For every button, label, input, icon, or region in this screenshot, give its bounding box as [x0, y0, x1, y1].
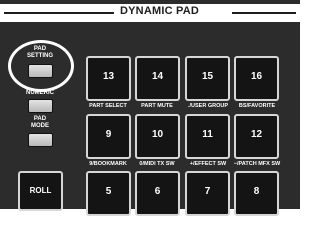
pad-number: 15 [201, 71, 214, 82]
numeric-label: NUMERIC [26, 90, 54, 96]
pad-label: BS/FAVORITE [238, 103, 276, 109]
pad-7[interactable]: 7 [185, 171, 230, 216]
pad-number: 5 [105, 186, 112, 197]
pad-10[interactable]: 10 [135, 114, 180, 159]
pad-number: 16 [250, 71, 263, 82]
pad-number: 7 [204, 186, 211, 197]
title-rule-right [232, 12, 296, 14]
pad-5[interactable]: 5 [86, 171, 131, 216]
pad-number: 8 [253, 186, 260, 197]
roll-button[interactable]: ROLL [18, 171, 63, 211]
pad-number: 6 [154, 186, 161, 197]
highlight-ring [8, 40, 74, 92]
pad-number: 10 [151, 129, 164, 140]
panel-title: DYNAMIC PAD [120, 5, 199, 17]
pad-9[interactable]: 9 [86, 114, 131, 159]
pad-11[interactable]: 11 [185, 114, 230, 159]
dynamic-pad-panel: DYNAMIC PAD PAD SETTING NUMERIC PAD MODE… [0, 0, 300, 216]
pad-number: 12 [250, 129, 263, 140]
pad-number: 11 [202, 129, 213, 140]
numeric-button[interactable] [28, 99, 53, 113]
pad-mode-label: PAD MODE [31, 116, 49, 129]
pad-number: 13 [102, 71, 115, 82]
title-rule-left [4, 12, 114, 14]
pad-6[interactable]: 6 [135, 171, 180, 216]
pad-8[interactable]: 8 [234, 171, 279, 216]
pad-15[interactable]: 15 [185, 56, 230, 101]
pad-12[interactable]: 12 [234, 114, 279, 159]
pad-16[interactable]: 16 [234, 56, 279, 101]
pad-number: 14 [151, 71, 164, 82]
pad-mode-button[interactable] [28, 133, 53, 147]
roll-label: ROLL [29, 186, 52, 195]
pad-14[interactable]: 14 [135, 56, 180, 101]
pad-label: −/PATCH MFX SW [233, 161, 281, 167]
pad-number: 9 [105, 129, 112, 140]
pad-13[interactable]: 13 [86, 56, 131, 101]
